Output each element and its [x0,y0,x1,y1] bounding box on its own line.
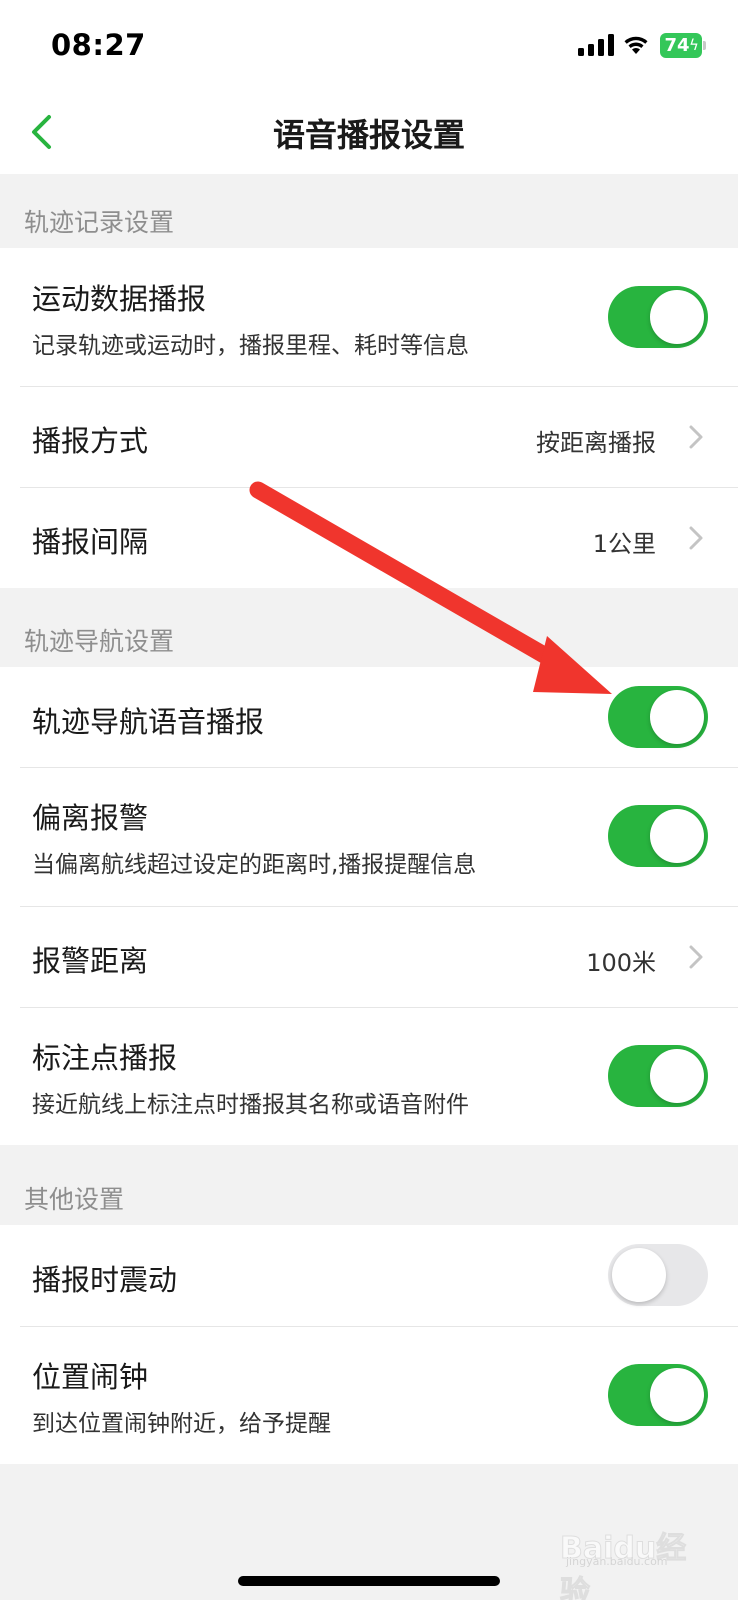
setting-row-location-alarm: 位置闹钟 到达位置闹钟附近，给予提醒 [0,1326,738,1464]
navigation-voice-toggle[interactable] [608,686,708,748]
exercise-data-broadcast-toggle[interactable] [608,286,708,348]
settings-group-other: 播报时震动 位置闹钟 到达位置闹钟附近，给予提醒 [0,1225,738,1464]
row-title: 轨迹导航语音播报 [32,705,265,739]
deviation-alarm-toggle[interactable] [608,805,708,867]
setting-row-broadcast-interval[interactable]: 播报间隔 1公里 [0,487,738,588]
row-subtitle: 接近航线上标注点时播报其名称或语音附件 [32,1092,469,1118]
setting-row-alarm-distance[interactable]: 报警距离 100米 [0,906,738,1007]
battery-level: 74 [664,35,690,56]
section-header-track-navigation: 轨迹导航设置 [24,627,175,656]
section-header-other: 其他设置 [24,1185,125,1214]
row-title: 报警距离 [32,944,149,978]
row-title: 播报方式 [32,424,149,458]
status-bar: 08:27 74 ϟ [0,0,738,90]
settings-group-track-navigation: 轨迹导航语音播报 偏离报警 当偏离航线超过设定的距离时,播报提醒信息 报警距离 … [0,667,738,1145]
setting-row-broadcast-mode[interactable]: 播报方式 按距离播报 [0,386,738,487]
row-title: 偏离报警 [32,801,149,835]
setting-row-vibrate: 播报时震动 [0,1225,738,1326]
status-time: 08:27 [51,28,146,62]
row-title: 播报时震动 [32,1263,178,1297]
setting-row-exercise-data-broadcast: 运动数据播报 记录轨迹或运动时，播报里程、耗时等信息 [0,248,738,386]
page-title: 语音播报设置 [272,116,465,154]
row-title: 标注点播报 [32,1041,178,1075]
cellular-signal-icon [578,34,614,56]
wifi-icon [624,36,648,54]
setting-row-navigation-voice: 轨迹导航语音播报 [0,667,738,767]
vibrate-toggle[interactable] [608,1244,708,1306]
navigation-bar: 语音播报设置 [0,90,738,174]
battery-icon: 74 ϟ [660,33,706,58]
home-indicator[interactable] [238,1576,500,1586]
watermark-url: jingyan.baidu.com [566,1555,668,1568]
location-alarm-toggle[interactable] [608,1364,708,1426]
marker-broadcast-toggle[interactable] [608,1045,708,1107]
chevron-right-icon [689,945,703,969]
chevron-right-icon [689,425,703,449]
row-subtitle: 记录轨迹或运动时，播报里程、耗时等信息 [32,333,469,359]
baidu-jingyan-watermark: Baidu经验 jingyan.baidu.com [560,1515,710,1600]
settings-page: 08:27 74 ϟ 语音播报设置 轨迹记录设置 运动数据播报 记录轨迹或运动时… [0,0,738,1600]
chevron-right-icon [689,526,703,550]
section-header-track-record: 轨迹记录设置 [24,208,175,237]
row-value: 100米 [586,949,656,977]
row-title: 位置闹钟 [32,1360,149,1394]
row-value: 1公里 [592,530,656,558]
row-value: 按距离播报 [536,429,656,457]
row-subtitle: 当偏离航线超过设定的距离时,播报提醒信息 [32,852,477,878]
charging-bolt-icon: ϟ [689,36,699,54]
settings-group-track-record: 运动数据播报 记录轨迹或运动时，播报里程、耗时等信息 播报方式 按距离播报 播报… [0,248,738,588]
row-title: 播报间隔 [32,525,149,559]
row-subtitle: 到达位置闹钟附近，给予提醒 [32,1411,331,1437]
setting-row-marker-broadcast: 标注点播报 接近航线上标注点时播报其名称或语音附件 [0,1007,738,1145]
row-title: 运动数据播报 [32,282,207,316]
setting-row-deviation-alarm: 偏离报警 当偏离航线超过设定的距离时,播报提醒信息 [0,767,738,906]
